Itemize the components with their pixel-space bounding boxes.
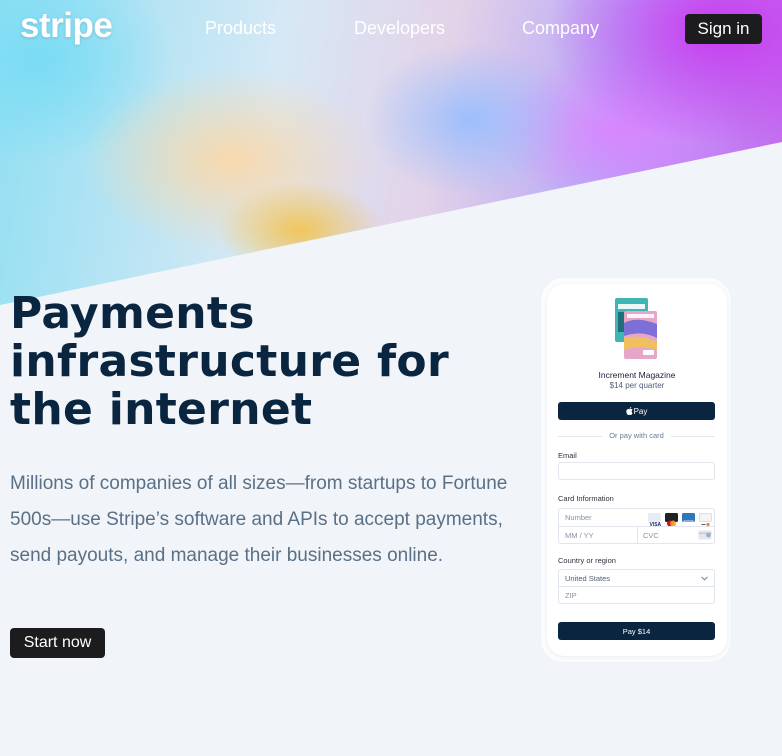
hero-subtext: Millions of companies of all sizes—from …	[10, 473, 508, 566]
top-navigation: stripe Products Developers Company Sign …	[0, 0, 782, 58]
country-label: Country or region	[558, 556, 616, 565]
stripe-logo[interactable]: stripe	[20, 6, 113, 46]
cvc-card-icon	[698, 530, 712, 540]
headline-line: Payments	[10, 288, 255, 339]
card-information-group: Number VISA MM / YY CVC	[558, 508, 715, 544]
divider-rule-right	[671, 436, 715, 437]
checkout-phone-mockup: Increment Magazine $14 per quarter Pay O…	[547, 284, 727, 656]
expiry-input[interactable]: MM / YY	[565, 531, 594, 540]
card-information-label: Card Information	[558, 494, 614, 503]
cvc-input[interactable]: CVC	[643, 531, 659, 540]
discover-icon	[699, 513, 712, 527]
nav-link-company[interactable]: Company	[522, 18, 599, 39]
nav-link-developers[interactable]: Developers	[354, 18, 445, 39]
hero-headline: Payments infrastructure for the internet	[10, 290, 490, 434]
apple-pay-label: Pay	[633, 406, 648, 416]
amex-icon	[682, 513, 695, 527]
apple-icon	[625, 407, 633, 415]
apple-pay-button[interactable]: Pay	[558, 402, 715, 420]
email-field[interactable]	[558, 462, 715, 480]
sign-in-button[interactable]: Sign in	[685, 14, 762, 44]
email-label: Email	[558, 451, 577, 460]
nav-link-products[interactable]: Products	[205, 18, 276, 39]
headline-line: the internet	[10, 384, 313, 435]
or-divider: Or pay with card	[558, 431, 715, 440]
country-select[interactable]: United States	[558, 569, 715, 587]
country-value: United States	[565, 573, 611, 583]
mastercard-icon	[665, 513, 678, 527]
zip-input[interactable]: ZIP	[558, 586, 715, 604]
magazine-image	[615, 298, 657, 359]
card-column-divider	[637, 526, 638, 543]
pay-button[interactable]: Pay $14	[558, 622, 715, 640]
headline-line: infrastructure for	[10, 336, 449, 387]
card-number-input[interactable]: Number	[565, 513, 592, 522]
product-name: Increment Magazine	[598, 370, 676, 380]
visa-icon: VISA	[648, 513, 662, 528]
chevron-down-icon	[701, 576, 708, 581]
product-price: $14 per quarter	[609, 381, 665, 390]
start-now-button[interactable]: Start now	[10, 628, 105, 658]
